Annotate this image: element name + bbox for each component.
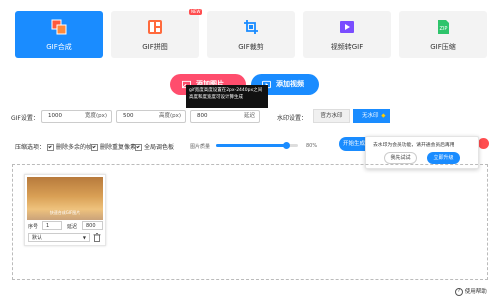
speed-input[interactable]: 800 延迟 xyxy=(190,110,260,123)
help-label: 使用帮助 xyxy=(464,289,487,295)
size-tooltip: gif宽度高度设置在2px-2440px之间 高度和度宽度可设计算生成 xyxy=(186,85,268,108)
drop-pixels-checkbox[interactable] xyxy=(91,144,98,151)
quality-slider-track[interactable] xyxy=(216,142,298,149)
official-watermark-button[interactable]: 官方水印 xyxy=(313,109,350,123)
gif-puzzle-icon xyxy=(148,20,162,34)
quality-label: 图片质量 xyxy=(190,144,211,150)
gif-compress-icon: ZIP xyxy=(438,20,449,34)
drop-frames-checkbox[interactable] xyxy=(47,144,54,151)
compression-label: 压缩选项： xyxy=(15,144,46,151)
tooltip-line1: gif宽度高度设置在2px-2440px之间 xyxy=(189,88,263,93)
option-drop-pixels[interactable]: 删除重复像素 xyxy=(91,142,136,151)
tab-label: GIF裁剪 xyxy=(238,43,264,51)
tab-gif-crop[interactable]: GIF裁剪 xyxy=(207,11,295,58)
chevron-down-icon: ▼ xyxy=(82,235,86,240)
speed-unit: 延迟 xyxy=(243,113,255,119)
effect-value: 默认 xyxy=(32,235,43,241)
width-value: 1000 xyxy=(48,113,62,119)
frame-thumbnail: 快速合成GIF图片 xyxy=(27,177,103,220)
height-value: 500 xyxy=(123,113,134,119)
tab-gif-compress[interactable]: ZIP GIF压缩 xyxy=(399,11,487,58)
seq-input[interactable]: 1 xyxy=(42,221,62,230)
tab-label: GIF拼图 xyxy=(142,43,168,51)
watermark-settings-label: 水印设置： xyxy=(277,115,308,122)
upgrade-button[interactable]: 立即升级 xyxy=(427,152,460,164)
tab-video-to-gif[interactable]: 视频转GIF xyxy=(303,11,391,58)
video-to-gif-icon xyxy=(340,21,354,33)
tab-label: 视频转GIF xyxy=(330,43,364,51)
notification-dot[interactable] xyxy=(478,138,489,149)
tooltip-line2: 高度和度宽度可设计算生成 xyxy=(189,95,243,100)
member-popup-text: 去水印为会员功能，请开通会员后再用 xyxy=(373,143,455,148)
trial-button[interactable]: 我先试试 xyxy=(384,152,417,164)
option-global-palette[interactable]: 全局调色板 xyxy=(135,142,174,151)
tab-gif-compose[interactable]: GIF合成 xyxy=(15,11,103,58)
no-watermark-button[interactable]: 无水印 ◆ xyxy=(353,109,390,123)
option-label: 删除重复像素 xyxy=(100,144,137,151)
svg-text:ZIP: ZIP xyxy=(440,26,448,32)
effect-select[interactable]: 默认 ▼ xyxy=(28,233,90,242)
frame-card[interactable]: 快速合成GIF图片 序号 1 延迟 800 默认 ▼ xyxy=(24,174,106,246)
no-watermark-label: 无水印 xyxy=(362,113,379,119)
quality-slider-fill xyxy=(216,144,286,147)
gif-settings-label: GIF设置： xyxy=(11,115,39,122)
frame-caption: 快速合成GIF图片 xyxy=(49,210,81,215)
new-badge: NEW xyxy=(189,9,203,15)
tab-label: GIF合成 xyxy=(46,43,72,51)
tab-label: GIF压缩 xyxy=(430,43,456,51)
vip-diamond-icon: ◆ xyxy=(381,113,386,119)
trash-icon[interactable] xyxy=(93,233,101,242)
quality-slider-thumb[interactable] xyxy=(282,142,290,149)
gif-compose-icon xyxy=(51,19,67,35)
option-label: 全局调色板 xyxy=(144,144,175,151)
option-label: 删除多余的帧 xyxy=(56,144,93,151)
seq-label: 序号 xyxy=(28,224,39,230)
quality-value: 80% xyxy=(306,143,318,149)
option-drop-frames[interactable]: 删除多余的帧 xyxy=(47,142,92,151)
global-palette-checkbox[interactable] xyxy=(135,144,142,151)
height-input[interactable]: 500 高度(px) xyxy=(116,110,186,123)
gif-crop-icon xyxy=(244,20,258,34)
add-video-label: 添加视频 xyxy=(276,80,304,88)
delay-input[interactable]: 800 xyxy=(82,221,103,230)
help-icon: ? xyxy=(455,287,463,296)
speed-value: 800 xyxy=(197,113,208,119)
tab-gif-puzzle[interactable]: GIF拼图 xyxy=(111,11,199,58)
width-unit: 宽度(px) xyxy=(84,113,107,119)
help-link[interactable]: ? 使用帮助 xyxy=(455,287,487,296)
delay-label: 延迟 xyxy=(67,224,78,230)
width-input[interactable]: 1000 宽度(px) xyxy=(41,110,112,123)
height-unit: 高度(px) xyxy=(158,113,181,119)
